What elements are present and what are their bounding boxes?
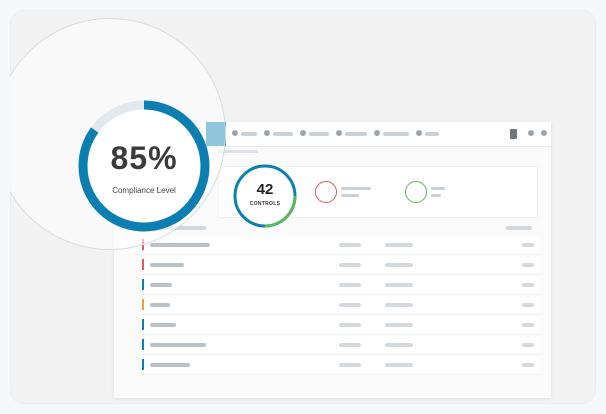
row-name	[150, 363, 190, 367]
nav-item[interactable]	[425, 132, 439, 136]
status-accent	[142, 259, 144, 270]
settings-icon[interactable]	[541, 130, 547, 136]
list-item[interactable]	[142, 236, 540, 255]
row-actions[interactable]	[522, 323, 534, 327]
row-actions[interactable]	[522, 243, 534, 247]
list-item[interactable]	[142, 256, 540, 275]
clock-icon	[315, 181, 337, 203]
row-cell	[385, 323, 413, 327]
row-cell	[339, 263, 361, 267]
nav-icon[interactable]	[300, 130, 306, 136]
nav-icon[interactable]	[336, 130, 342, 136]
compliance-gauge: 85% Compliance Level	[76, 98, 212, 234]
status-accent	[142, 279, 144, 290]
stat-label	[431, 187, 445, 190]
nav-icon[interactable]	[232, 130, 238, 136]
row-actions[interactable]	[522, 363, 534, 367]
row-cell	[339, 303, 361, 307]
list-item[interactable]	[142, 276, 540, 295]
nav-item[interactable]	[273, 132, 293, 136]
trash-icon[interactable]	[510, 129, 517, 139]
row-actions[interactable]	[522, 283, 534, 287]
row-cell	[385, 303, 413, 307]
nav-item[interactable]	[345, 132, 367, 136]
row-cell	[385, 343, 413, 347]
controls-label: CONTROLS	[249, 201, 281, 207]
controls-value: 42	[256, 181, 274, 198]
list-item[interactable]	[142, 296, 540, 315]
row-actions[interactable]	[522, 343, 534, 347]
row-cell	[385, 243, 413, 247]
status-accent	[142, 299, 144, 310]
check-icon	[405, 181, 427, 203]
sort-control[interactable]	[506, 226, 532, 230]
nav-item[interactable]	[383, 132, 409, 136]
compliance-label: Compliance Level	[112, 186, 176, 195]
row-name	[150, 323, 176, 327]
list-item[interactable]	[142, 356, 540, 375]
user-icon[interactable]	[528, 130, 534, 136]
row-cell	[385, 363, 413, 367]
card: 85% Compliance Level 42 CONTROLS	[10, 10, 596, 404]
row-name	[150, 263, 184, 267]
stat-label	[341, 187, 371, 190]
nav-item[interactable]	[241, 132, 257, 136]
row-actions[interactable]	[522, 303, 534, 307]
row-actions[interactable]	[522, 263, 534, 267]
list-item[interactable]	[142, 336, 540, 355]
controls-list	[142, 236, 540, 376]
stat-sub	[341, 194, 359, 197]
stat-sub	[431, 194, 441, 197]
row-cell	[339, 363, 361, 367]
nav-item[interactable]	[309, 132, 329, 136]
status-accent	[142, 339, 144, 350]
row-cell	[385, 283, 413, 287]
row-name	[150, 343, 206, 347]
status-accent	[142, 319, 144, 330]
list-item[interactable]	[142, 316, 540, 335]
row-cell	[339, 323, 361, 327]
row-name	[150, 283, 172, 287]
status-accent	[142, 359, 144, 370]
row-cell	[339, 283, 361, 287]
row-name	[150, 243, 210, 247]
row-cell	[339, 343, 361, 347]
row-cell	[385, 263, 413, 267]
row-name	[150, 303, 170, 307]
row-cell	[339, 243, 361, 247]
compliance-value: 85%	[110, 140, 178, 176]
controls-gauge: 42 CONTROLS	[232, 163, 298, 229]
nav-icon[interactable]	[264, 130, 270, 136]
nav-icon[interactable]	[416, 130, 422, 136]
nav-icon[interactable]	[374, 130, 380, 136]
